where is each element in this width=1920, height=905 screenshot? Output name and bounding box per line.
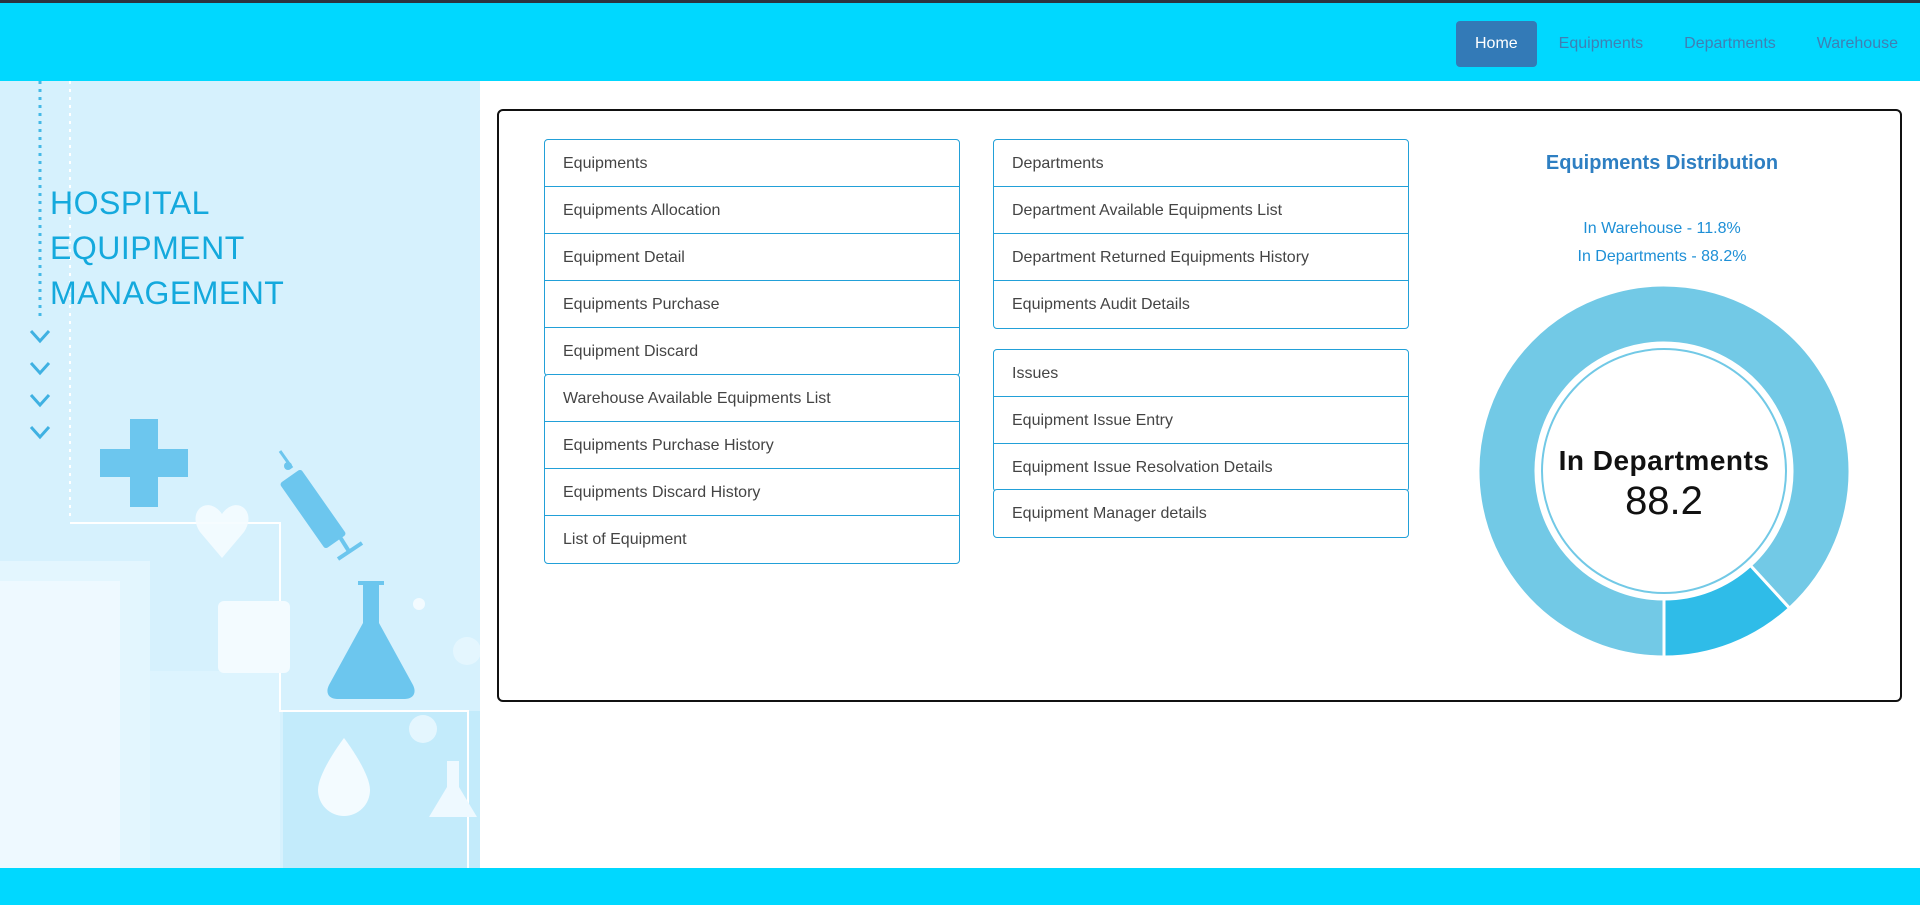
menu-item-equipments-purchase[interactable]: Equipments Purchase [545,281,959,328]
manager-menu: Equipment Manager details [993,489,1409,538]
menu-item-department-returned-history[interactable]: Department Returned Equipments History [994,234,1408,281]
nav-home[interactable]: Home [1455,21,1537,67]
nav-departments[interactable]: Departments [1665,21,1795,67]
menu-item-issue-entry[interactable]: Equipment Issue Entry [994,397,1408,444]
menu-item-departments[interactable]: Departments [994,140,1408,187]
menu-item-warehouse-available-list[interactable]: Warehouse Available Equipments List [545,375,959,422]
dashboard-panel: Equipments Equipments Allocation Equipme… [497,109,1902,702]
chart-title: Equipments Distribution [1545,152,1779,174]
brand-title: HOSPITAL EQUIPMENT MANAGEMENT [50,181,284,316]
chart-legend: In Warehouse - 11.8% In Departments - 88… [1497,215,1827,271]
donut-center-value: 88.2 [1625,479,1703,523]
legend-departments: In Departments - 88.2% [1577,248,1747,265]
nav-warehouse[interactable]: Warehouse [1798,21,1917,67]
donut-center-label: In Departments [1558,445,1770,476]
brand-line: MANAGEMENT [50,275,285,311]
menu-item-manager-details[interactable]: Equipment Manager details [994,490,1408,537]
menu-item-equipment-discard[interactable]: Equipment Discard [545,328,959,375]
menu-item-department-available-list[interactable]: Department Available Equipments List [994,187,1408,234]
menu-item-equipments-allocation[interactable]: Equipments Allocation [545,187,959,234]
menu-item-issues[interactable]: Issues [994,350,1408,397]
equipments-menu: Equipments Equipments Allocation Equipme… [544,139,960,376]
warehouse-menu: Warehouse Available Equipments List Equi… [544,374,960,564]
issues-menu: Issues Equipment Issue Entry Equipment I… [993,349,1409,492]
menu-item-discard-history[interactable]: Equipments Discard History [545,469,959,516]
menu-item-purchase-history[interactable]: Equipments Purchase History [545,422,959,469]
brand-line: EQUIPMENT [50,230,245,266]
brand-line: HOSPITAL [50,185,210,221]
nav-equipments[interactable]: Equipments [1540,21,1663,67]
main-nav: Home Equipments Departments Warehouse [1455,21,1920,67]
footer-bar [0,868,1920,905]
square-shape [218,601,290,673]
main-content: Equipments Equipments Allocation Equipme… [480,81,1920,868]
menu-item-audit-details[interactable]: Equipments Audit Details [994,281,1408,328]
menu-item-list-of-equipment[interactable]: List of Equipment [545,516,959,563]
navbar: Home Equipments Departments Warehouse [0,3,1920,81]
menu-item-issue-resolvation-details[interactable]: Equipment Issue Resolvation Details [994,444,1408,491]
menu-item-equipment-detail[interactable]: Equipment Detail [545,234,959,281]
menu-item-equipments[interactable]: Equipments [545,140,959,187]
sidebar-banner: HOSPITAL EQUIPMENT MANAGEMENT [0,81,480,868]
departments-menu: Departments Department Available Equipme… [993,139,1409,329]
legend-warehouse: In Warehouse - 11.8% [1583,220,1741,237]
